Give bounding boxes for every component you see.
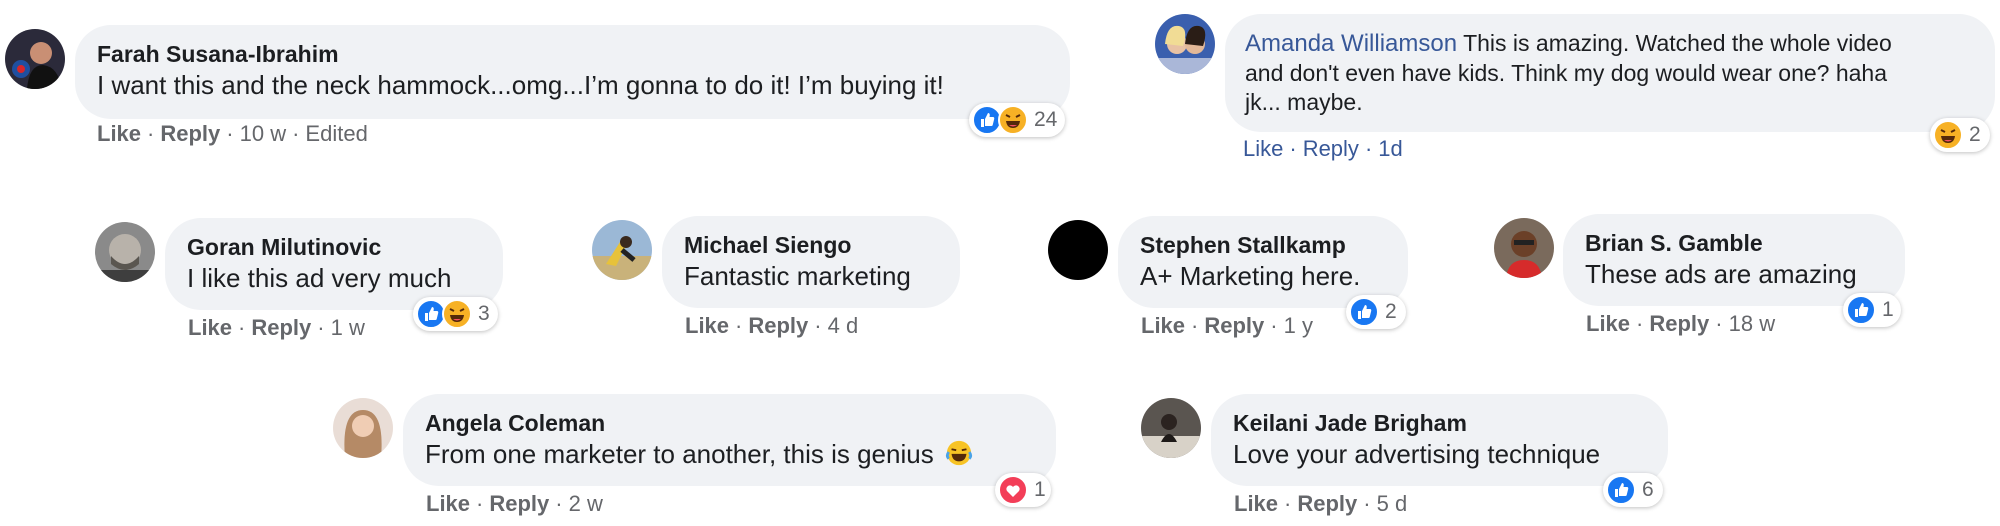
comment-bubble: Keilani Jade Brigham Love your advertisi… — [1211, 394, 1668, 486]
comment-text-line-1: This is amazing. Watched the whole video — [1463, 30, 1892, 56]
reaction-count: 24 — [1034, 108, 1058, 131]
reply-link[interactable]: Reply — [160, 121, 220, 146]
timestamp[interactable]: 1d — [1378, 136, 1402, 161]
reaction-summary[interactable]: 1 — [1843, 293, 1901, 327]
reaction-count: 1 — [1034, 478, 1046, 501]
comment-body: Amanda Williamson This is amazing. Watch… — [1245, 29, 1975, 117]
comment-actions: Like · Reply · 5 d — [1234, 491, 1408, 516]
comment-actions: Like · Reply · 10 w · Edited — [97, 121, 368, 146]
like-link[interactable]: Like — [188, 315, 232, 340]
comment-bubble: Amanda Williamson This is amazing. Watch… — [1225, 14, 1995, 132]
comment-actions: Like · Reply · 2 w — [426, 491, 603, 516]
reaction-count: 2 — [1969, 123, 1981, 146]
timestamp[interactable]: 4 d — [828, 313, 859, 338]
commenter-name[interactable]: Stephen Stallkamp — [1140, 230, 1386, 260]
like-link[interactable]: Like — [426, 491, 470, 516]
comment-actions: Like · Reply · 1 y — [1141, 313, 1313, 338]
edited-label: Edited — [305, 121, 368, 146]
avatar[interactable] — [95, 222, 155, 282]
avatar[interactable] — [333, 398, 393, 458]
commenter-name[interactable]: Goran Milutinovic — [187, 232, 481, 262]
like-link[interactable]: Like — [1234, 491, 1278, 516]
reply-link[interactable]: Reply — [1297, 491, 1357, 516]
comment-bubble: Michael Siengo Fantastic marketing — [662, 216, 960, 308]
like-reaction-icon — [1846, 295, 1876, 325]
comment-text: These ads are amazing — [1585, 259, 1857, 289]
like-link[interactable]: Like — [1586, 311, 1630, 336]
like-reaction-icon — [1349, 297, 1379, 327]
haha-reaction-icon — [442, 299, 472, 329]
timestamp[interactable]: 5 d — [1377, 491, 1408, 516]
timestamp[interactable]: 1 w — [331, 315, 365, 340]
commenter-name[interactable]: Angela Coleman — [425, 408, 1034, 438]
reaction-count: 1 — [1882, 298, 1894, 321]
timestamp[interactable]: 10 w — [240, 121, 286, 146]
timestamp[interactable]: 2 w — [569, 491, 603, 516]
comment-text-line-3: jk... maybe. — [1245, 89, 1363, 115]
comment-actions: Like · Reply · 4 d — [685, 313, 859, 338]
haha-reaction-icon — [998, 105, 1028, 135]
comment-text: Love your advertising technique — [1233, 439, 1601, 469]
avatar[interactable] — [1494, 218, 1554, 278]
commenter-name[interactable]: Michael Siengo — [684, 230, 938, 260]
comment-text-line-2: and don't even have kids. Think my dog w… — [1245, 60, 1888, 86]
comment-bubble: Farah Susana-Ibrahim I want this and the… — [75, 25, 1070, 119]
avatar[interactable] — [5, 29, 65, 89]
commenter-name[interactable]: Brian S. Gamble — [1585, 228, 1883, 258]
reaction-summary[interactable]: 2 — [1930, 118, 1990, 152]
reaction-count: 3 — [478, 302, 490, 325]
comment-text: I want this and the neck hammock...omg..… — [97, 70, 944, 100]
reaction-summary[interactable]: 2 — [1346, 295, 1406, 329]
timestamp[interactable]: 1 y — [1284, 313, 1313, 338]
comment-actions: Like · Reply · 1d — [1243, 136, 1403, 161]
love-reaction-icon — [998, 475, 1028, 505]
avatar[interactable] — [1155, 14, 1215, 74]
reply-link[interactable]: Reply — [1649, 311, 1709, 336]
reply-link[interactable]: Reply — [748, 313, 808, 338]
reaction-count: 2 — [1385, 300, 1397, 323]
comment-text: A+ Marketing here. — [1140, 261, 1361, 291]
comment-text: Fantastic marketing — [684, 261, 911, 291]
comment-actions: Like · Reply · 18 w — [1586, 311, 1776, 336]
commenter-name[interactable]: Keilani Jade Brigham — [1233, 408, 1646, 438]
reaction-summary[interactable]: 3 — [413, 297, 498, 331]
reaction-summary[interactable]: 1 — [995, 473, 1051, 507]
timestamp[interactable]: 18 w — [1729, 311, 1775, 336]
comment-text: I like this ad very much — [187, 263, 452, 293]
crying-laughing-emoji-icon — [945, 439, 973, 474]
avatar[interactable] — [1141, 398, 1201, 458]
comment-actions: Like · Reply · 1 w — [188, 315, 365, 340]
avatar[interactable] — [1048, 220, 1108, 280]
reply-link[interactable]: Reply — [489, 491, 549, 516]
avatar[interactable] — [592, 220, 652, 280]
comment-text-content: From one marketer to another, this is ge… — [425, 439, 934, 469]
like-link[interactable]: Like — [97, 121, 141, 146]
like-link[interactable]: Like — [1141, 313, 1185, 338]
comment-bubble: Angela Coleman From one marketer to anot… — [403, 394, 1056, 486]
reply-link[interactable]: Reply — [1303, 136, 1359, 161]
like-reaction-icon — [1606, 475, 1636, 505]
haha-reaction-icon — [1933, 120, 1963, 150]
reaction-count: 6 — [1642, 478, 1654, 501]
reaction-summary[interactable]: 24 — [969, 103, 1065, 137]
reaction-summary[interactable]: 6 — [1603, 473, 1663, 507]
reply-link[interactable]: Reply — [251, 315, 311, 340]
reply-link[interactable]: Reply — [1204, 313, 1264, 338]
like-link[interactable]: Like — [685, 313, 729, 338]
commenter-name[interactable]: Amanda Williamson — [1245, 30, 1457, 57]
comment-bubble: Brian S. Gamble These ads are amazing — [1563, 214, 1905, 306]
like-link[interactable]: Like — [1243, 136, 1283, 161]
commenter-name[interactable]: Farah Susana-Ibrahim — [97, 39, 1048, 69]
comment-text: From one marketer to another, this is ge… — [425, 438, 1034, 474]
